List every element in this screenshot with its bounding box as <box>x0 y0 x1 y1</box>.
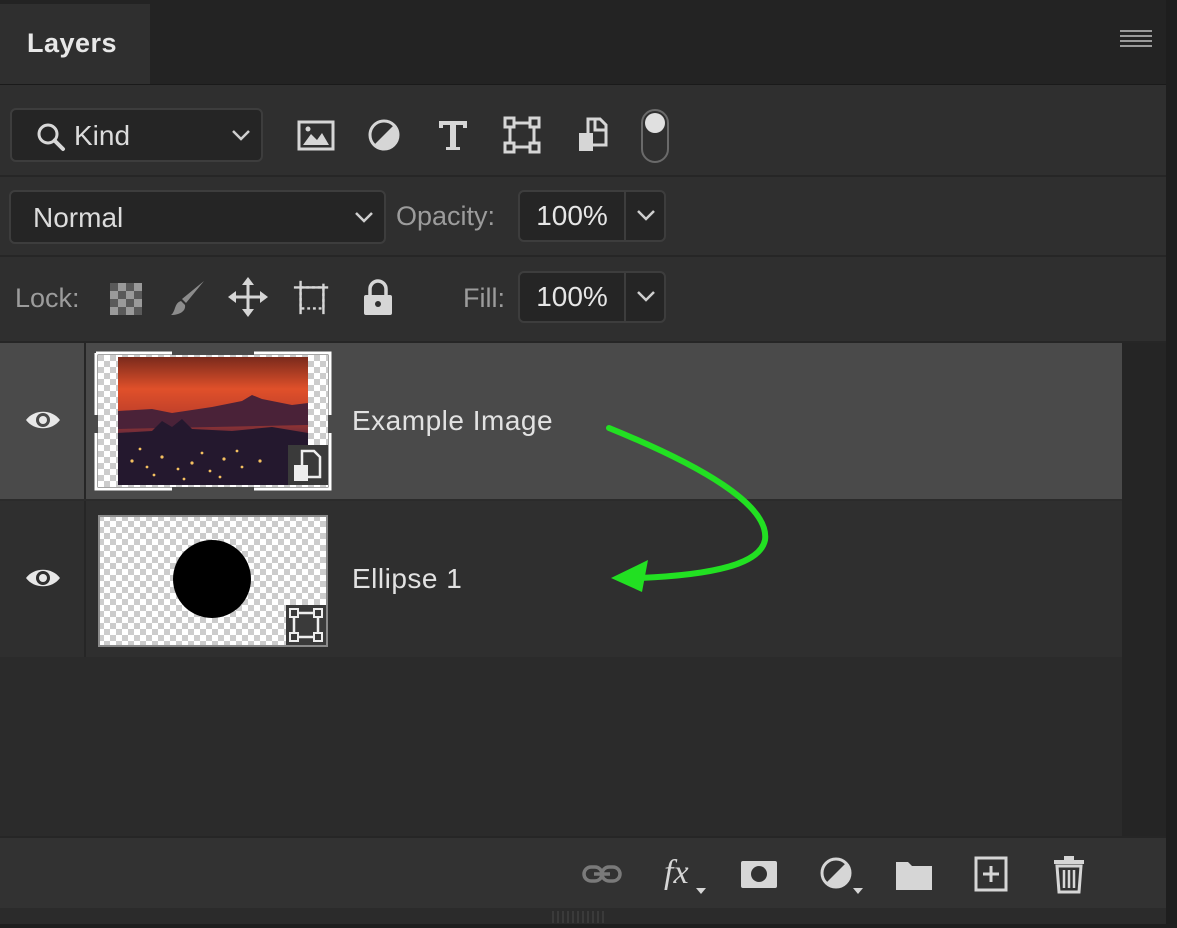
panel-tab-bar: Layers <box>0 0 1166 85</box>
lock-all-icon[interactable] <box>358 275 398 319</box>
type-filter-icon[interactable] <box>433 115 473 155</box>
link-layers-icon[interactable] <box>580 854 624 894</box>
blend-mode-select[interactable]: Normal <box>9 190 386 244</box>
hamburger-menu-icon[interactable] <box>1120 30 1152 54</box>
lock-transparent-pixels-icon[interactable] <box>106 275 146 319</box>
kind-filter-label: Kind <box>74 120 131 151</box>
layer-row-ellipse-1[interactable]: Ellipse 1 <box>0 501 1122 657</box>
eye-icon[interactable] <box>24 565 62 591</box>
layer-name[interactable]: Ellipse 1 <box>352 563 462 595</box>
layers-list: Example Image Ellipse 1 <box>0 343 1122 836</box>
lock-artboard-icon[interactable] <box>292 275 332 319</box>
blend-mode-label: Normal <box>33 202 124 233</box>
layers-scrollbar-track[interactable] <box>1122 343 1166 836</box>
delete-icon[interactable] <box>1048 854 1092 894</box>
tab-layers-label: Layers <box>27 28 118 58</box>
blend-row: Normal Opacity: 100% <box>0 177 1166 257</box>
half-circle-icon <box>820 857 852 889</box>
search-icon <box>37 123 65 151</box>
layers-panel: Layers Kind Normal Opacity: 100% Lock: F… <box>0 0 1166 924</box>
chevron-down-icon <box>355 212 373 223</box>
opacity-label: Opacity: <box>396 201 496 231</box>
panel-edge <box>1166 0 1177 924</box>
tab-layers[interactable]: Layers <box>0 4 150 84</box>
filter-toggle[interactable] <box>641 109 669 163</box>
fx-icon[interactable]: fx <box>662 854 708 894</box>
opacity-field: 100% <box>518 190 666 242</box>
chevron-down-icon <box>637 291 655 302</box>
layer-thumbnail[interactable] <box>92 349 334 493</box>
fill-label: Fill: <box>463 283 505 313</box>
fx-label: fx <box>664 854 689 891</box>
visibility-column <box>0 343 86 499</box>
smart-object-filter-icon[interactable] <box>574 115 614 155</box>
lock-image-pixels-icon[interactable] <box>168 275 208 319</box>
eye-icon[interactable] <box>24 407 62 433</box>
lock-position-icon[interactable] <box>228 275 268 319</box>
chevron-down-icon <box>637 210 655 221</box>
image-filter-icon[interactable] <box>296 115 336 155</box>
layer-row-example-image[interactable]: Example Image <box>0 343 1122 499</box>
add-mask-icon[interactable] <box>738 854 782 894</box>
filter-toggle-knob <box>645 113 665 133</box>
chevron-down-icon <box>232 130 250 141</box>
lock-row: Lock: Fill: 100% <box>0 257 1166 343</box>
lock-label: Lock: <box>15 283 80 313</box>
kind-filter-select[interactable]: Kind <box>10 108 263 162</box>
layer-name[interactable]: Example Image <box>352 405 553 437</box>
opacity-input[interactable]: 100% <box>520 192 624 240</box>
smart-object-badge-icon <box>288 445 328 485</box>
adjustment-layer-icon[interactable] <box>817 854 865 894</box>
dropdown-triangle-icon <box>853 888 863 894</box>
filter-row: Kind <box>0 85 1166 177</box>
new-group-icon[interactable] <box>892 854 936 894</box>
shape-badge-icon <box>286 605 326 645</box>
fill-input[interactable]: 100% <box>520 273 624 321</box>
adjustment-filter-icon[interactable] <box>364 115 404 155</box>
dropdown-triangle-icon <box>696 888 706 894</box>
opacity-dropdown-button[interactable] <box>624 192 666 240</box>
shape-filter-icon[interactable] <box>502 115 542 155</box>
resize-grip[interactable] <box>552 910 612 924</box>
fill-field: 100% <box>518 271 666 323</box>
visibility-column <box>0 501 86 657</box>
layers-bottom-toolbar: fx <box>0 836 1166 908</box>
new-layer-icon[interactable] <box>970 854 1014 894</box>
fill-dropdown-button[interactable] <box>624 273 666 321</box>
layer-thumbnail[interactable] <box>98 515 328 647</box>
